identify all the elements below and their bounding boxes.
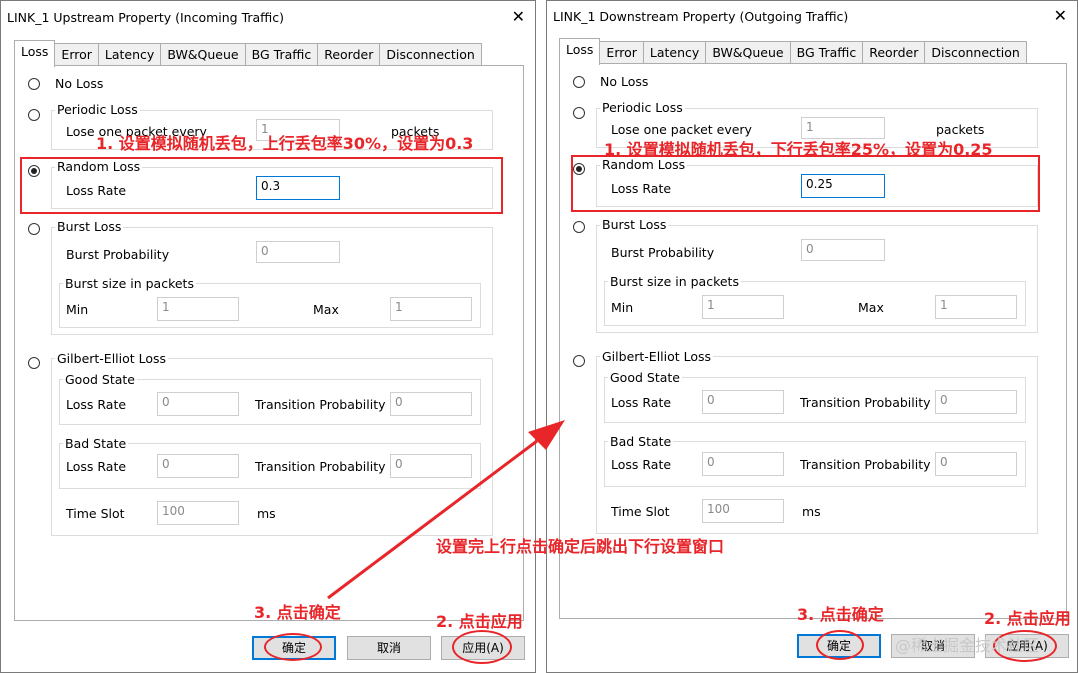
arrow-head-icon [528, 420, 565, 450]
arrow-shaft [327, 439, 538, 600]
tab-loss[interactable]: Loss [14, 40, 56, 67]
tab-loss[interactable]: Loss [559, 38, 601, 65]
watermark: @稀土掘金技术社区 [895, 636, 1040, 655]
flow-arrow [327, 420, 565, 600]
